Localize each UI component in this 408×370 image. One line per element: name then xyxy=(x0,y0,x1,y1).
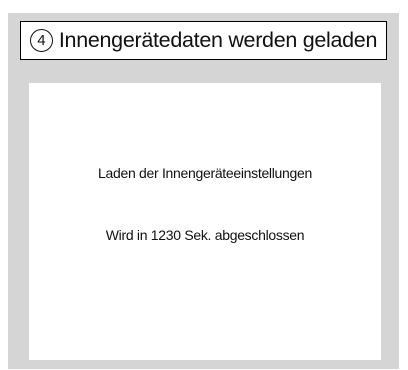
completion-message: Wird in 1230 Sek. abgeschlossen xyxy=(105,227,305,243)
content-panel: Laden der Innengeräteeinstellungen Wird … xyxy=(29,83,381,360)
title-bar: 4 Innengerätedaten werden geladen xyxy=(20,21,387,60)
loading-message: Laden der Innengeräteeinstellungen xyxy=(98,165,312,181)
step-number-badge: 4 xyxy=(29,29,53,52)
page-title: Innengerätedaten werden geladen xyxy=(58,28,378,52)
